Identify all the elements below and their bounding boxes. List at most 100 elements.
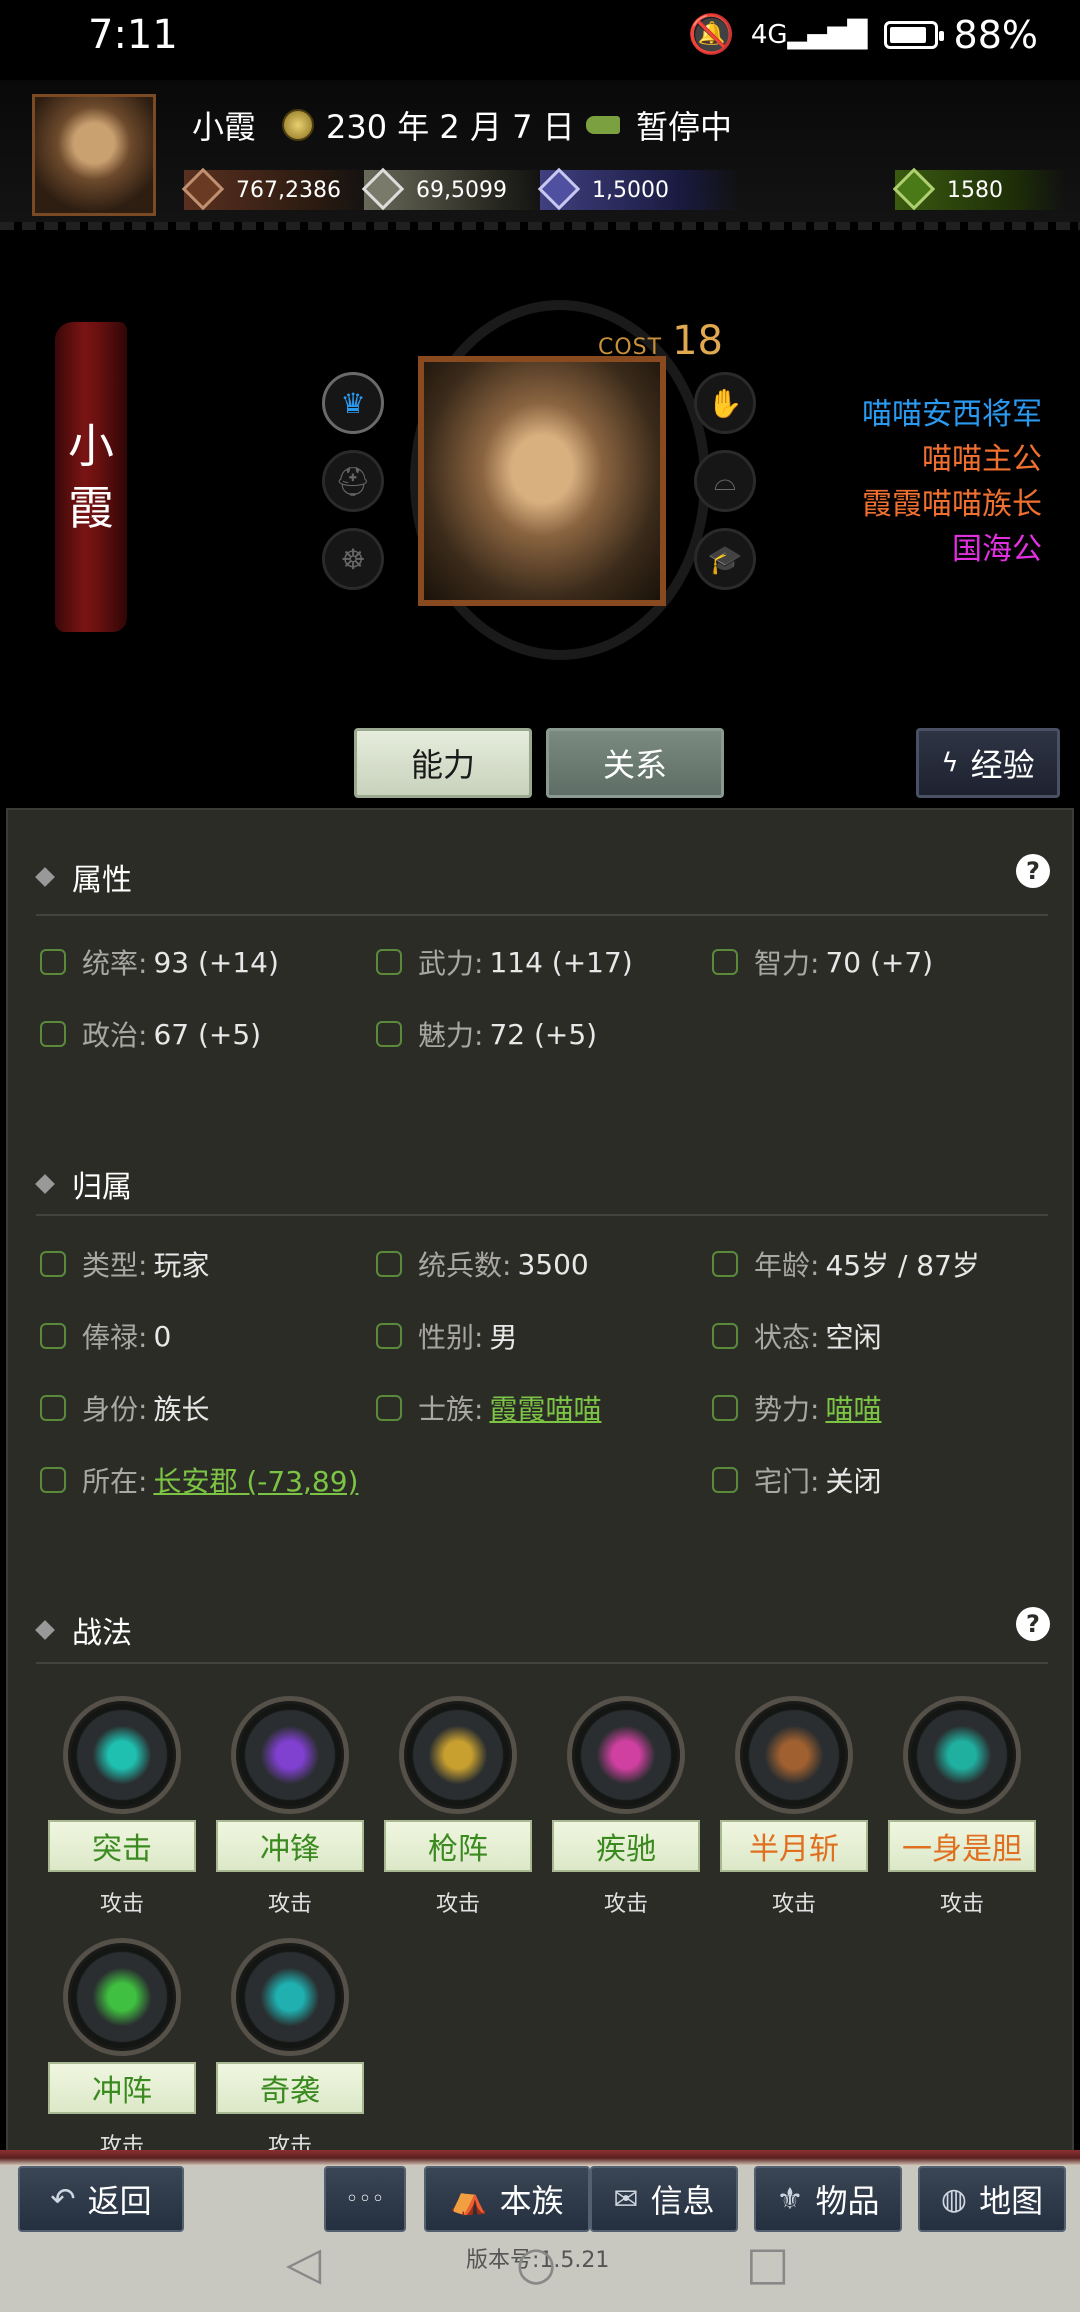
skill-name: 半月斩 (720, 1820, 868, 1872)
title-1: 喵喵安西将军 (862, 397, 1042, 432)
attr-leadership: 统率: 93 (+14) (40, 942, 279, 982)
skill-card[interactable]: 疾驰 攻击 (552, 1696, 700, 1918)
skill-name: 突击 (48, 1820, 196, 1872)
food-icon (361, 167, 405, 211)
info-button[interactable]: ✉ 信息 (590, 2166, 738, 2232)
skill-glyph (594, 1723, 658, 1787)
cost-label: COST (598, 335, 663, 360)
gate-icon (712, 1467, 738, 1493)
helmet-icon[interactable]: ⛑ (322, 450, 384, 512)
skill-card[interactable]: 突击 攻击 (48, 1696, 196, 1918)
section-tactics-title: 战法 (35, 1608, 132, 1652)
game-state[interactable]: 暂停中 (586, 102, 732, 148)
system-back-icon[interactable]: ◁ (286, 2236, 321, 2290)
system-recents-icon[interactable]: □ (746, 2236, 789, 2290)
attr-charm: 魅力: 72 (+5) (376, 1014, 597, 1054)
skill-glyph (258, 1723, 322, 1787)
clan-link[interactable]: 霞霞喵喵 (489, 1388, 601, 1428)
skill-icon (231, 1938, 349, 2056)
status-icon (712, 1323, 738, 1349)
back-button[interactable]: ↶ 返回 (18, 2166, 184, 2232)
crown-icon[interactable]: ♛ (322, 372, 384, 434)
info-panel[interactable]: 属性 ? 统率: 93 (+14) 武力: 114 (+17) 智力: 70 (… (6, 808, 1074, 2156)
cost-display: COST 18 (598, 318, 723, 364)
skill-icon (399, 1696, 517, 1814)
section-affiliation-title: 归属 (35, 1162, 132, 1206)
skill-name: 奇袭 (216, 2062, 364, 2114)
chat-icon: ✉ (613, 2181, 639, 2217)
skill-name: 一身是胆 (888, 1820, 1036, 1872)
aff-salary: 俸禄: 0 (40, 1316, 171, 1356)
mountain-icon (712, 1395, 738, 1421)
resource-money: 767,2386 (181, 167, 374, 211)
divider (36, 914, 1048, 916)
section-attributes-title: 属性 (35, 855, 132, 899)
help-icon[interactable]: ? (1016, 1607, 1050, 1641)
skill-icon (63, 1696, 181, 1814)
items-button[interactable]: ⚜ 物品 (754, 2166, 902, 2232)
diamond-icon (35, 1620, 55, 1640)
lightning-icon: ϟ (941, 748, 959, 778)
tab-ability[interactable]: 能力 (354, 728, 532, 798)
aff-troops: 统兵数: 3500 (376, 1244, 589, 1284)
location-link[interactable]: 长安郡 (-73,89) (153, 1460, 358, 1500)
skill-card[interactable]: 冲阵 攻击 (48, 1938, 196, 2156)
help-icon[interactable]: ? (1016, 854, 1050, 888)
skill-card[interactable]: 半月斩 攻击 (720, 1696, 868, 1918)
status-time: 7:11 (88, 12, 178, 58)
resource-gold[interactable]: 1580 (892, 167, 1065, 211)
battery-percent: 88% (953, 12, 1038, 57)
more-button[interactable]: ◦◦◦ (324, 2166, 406, 2232)
experience-button[interactable]: ϟ 经验 (916, 728, 1060, 798)
avatar[interactable] (32, 94, 156, 216)
clan-icon: ⛺ (450, 2181, 488, 2217)
calendar-icon (282, 109, 314, 141)
faction-link[interactable]: 喵喵 (825, 1388, 881, 1428)
crown-outline-icon (40, 1021, 66, 1047)
horse-head-icon (40, 1395, 66, 1421)
muscle-icon (376, 949, 402, 975)
top-header: 小霞 230 年 2 月 7 日 暂停中 767,2386 69,5099 1,… (0, 80, 1080, 230)
skill-card[interactable]: 奇袭 攻击 (216, 1938, 364, 2156)
age-icon (712, 1251, 738, 1277)
status-bar: 7:11 🔕 4G▂▄▆█ 88% (0, 0, 1080, 76)
skill-type: 攻击 (771, 1892, 816, 1917)
divider (36, 1662, 1048, 1664)
aff-clan: 士族: 霞霞喵喵 (376, 1388, 601, 1428)
name-banner: 小 霞 (55, 322, 127, 632)
horse-icon (586, 116, 620, 134)
brain-icon (712, 949, 738, 975)
hat-icon[interactable]: ⌓ (694, 450, 756, 512)
status-icons: 🔕 4G▂▄▆█ 88% (688, 12, 1038, 57)
player-name: 小霞 (192, 108, 257, 146)
clan-button[interactable]: ⛺ 本族 (424, 2166, 590, 2232)
hand-icon[interactable]: ✋ (694, 372, 756, 434)
signal-icon: 4G▂▄▆█ (750, 19, 868, 50)
tab-relation[interactable]: 关系 (546, 728, 724, 798)
skill-type: 攻击 (603, 1892, 648, 1917)
title-2: 喵喵主公 (922, 442, 1042, 477)
skill-glyph (90, 1965, 154, 2029)
nav-divider (0, 2150, 1080, 2166)
skill-type: 攻击 (939, 1892, 984, 1917)
cost-value: 18 (672, 318, 723, 364)
battery-icon (883, 20, 944, 49)
character-portrait (418, 356, 666, 606)
skill-name: 冲阵 (48, 2062, 196, 2114)
skill-card[interactable]: 冲锋 攻击 (216, 1696, 364, 1918)
skill-glyph (258, 1965, 322, 2029)
skill-type: 攻击 (435, 1892, 480, 1917)
divider (36, 1214, 1048, 1216)
clan-icon (376, 1395, 402, 1421)
graduation-cap-icon[interactable]: 🎓 (694, 528, 756, 590)
skill-card[interactable]: 一身是胆 攻击 (888, 1696, 1036, 1918)
bag-icon: ⚜ (776, 2181, 804, 2217)
skill-glyph (762, 1723, 826, 1787)
map-button[interactable]: ◍ 地图 (918, 2166, 1066, 2232)
troops-icon (537, 167, 581, 211)
skill-card[interactable]: 枪阵 攻击 (384, 1696, 532, 1918)
skill-type: 攻击 (267, 1892, 312, 1917)
system-home-icon[interactable]: ○ (516, 2236, 556, 2290)
title-4: 国海公 (952, 532, 1042, 567)
tiger-icon[interactable]: ☸ (322, 528, 384, 590)
